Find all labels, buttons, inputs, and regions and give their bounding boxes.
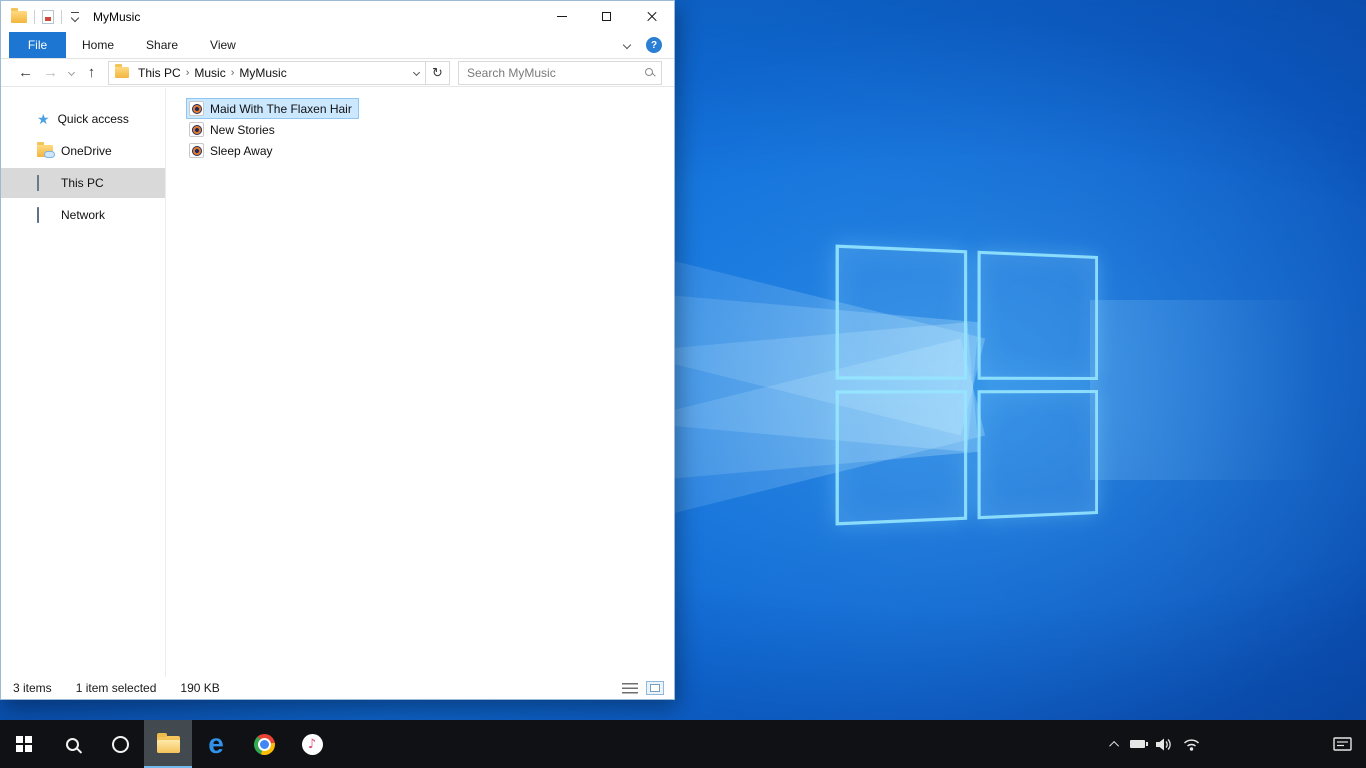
expand-ribbon-chevron-icon[interactable] [622,40,632,50]
search-input[interactable] [459,61,661,84]
forward-button[interactable]: → [38,65,63,80]
sidebar-item-onedrive[interactable]: OneDrive [1,136,165,166]
itunes-icon [301,733,323,755]
window-controls [539,1,674,32]
close-button[interactable] [629,1,674,32]
title-bar[interactable]: MyMusic [1,1,674,32]
taskbar-itunes-button[interactable] [288,720,336,768]
breadcrumb-mymusic[interactable]: MyMusic [234,66,291,80]
file-explorer-window: MyMusic File Home Share View ? ← → ↑ Thi… [0,0,675,700]
action-center-icon [1332,736,1352,751]
recent-locations-chevron[interactable] [63,68,79,77]
tab-share[interactable]: Share [130,32,194,58]
address-folder-icon [115,64,129,78]
network-icon [37,207,53,223]
status-item-count: 3 items [13,681,52,695]
taskbar-edge-button[interactable] [192,720,240,768]
sidebar-item-label: Network [61,208,106,222]
battery-icon[interactable] [1130,740,1148,748]
file-item-selected[interactable]: Maid With The Flaxen Hair [186,98,359,119]
taskbar-chrome-button[interactable] [240,720,288,768]
file-explorer-icon [156,732,180,753]
file-name: Maid With The Flaxen Hair [210,101,352,116]
desktop: MyMusic File Home Share View ? ← → ↑ Thi… [0,0,1366,768]
separator [61,9,62,24]
maximize-button[interactable] [584,1,629,32]
wifi-icon[interactable] [1183,738,1200,751]
windows-start-icon [16,736,32,752]
navigation-pane: ★ Quick access OneDrive This PC Network [1,88,166,677]
tab-home[interactable]: Home [66,32,130,58]
tab-view[interactable]: View [194,32,252,58]
qat-customize-chevron-icon[interactable] [69,11,81,23]
quick-access-star-icon: ★ [37,111,50,127]
refresh-button[interactable]: ↻ [426,60,450,85]
file-list[interactable]: Maid With The Flaxen Hair New Stories Sl… [166,88,674,677]
back-button[interactable]: ← [13,65,38,80]
sidebar-item-label: This PC [61,176,104,190]
onedrive-icon [37,142,55,158]
search-box [458,60,662,85]
chrome-icon [253,733,275,755]
help-button[interactable]: ? [646,37,662,53]
minimize-button[interactable] [539,1,584,32]
address-dropdown-chevron-icon[interactable] [412,68,421,77]
search-icon [645,67,653,76]
up-button[interactable]: ↑ [79,65,104,80]
sidebar-item-this-pc[interactable]: This PC [1,168,165,198]
quick-access-toolbar [11,7,81,24]
sidebar-item-label: OneDrive [61,144,112,158]
breadcrumb-this-pc[interactable]: This PC [133,66,186,80]
file-name: New Stories [210,122,275,137]
details-view-button[interactable] [622,682,638,694]
status-size: 190 KB [180,681,220,695]
tab-file[interactable]: File [9,32,66,58]
sidebar-item-quick-access[interactable]: ★ Quick access [1,104,165,134]
cortana-icon [111,735,129,753]
ribbon-tab-bar: File Home Share View ? [1,32,674,59]
start-button[interactable] [0,720,48,768]
file-name: Sleep Away [210,143,273,158]
close-icon [646,11,658,23]
address-bar[interactable]: This PC › Music › MyMusic [108,60,426,85]
status-selection: 1 item selected [75,681,157,695]
taskbar-search-button[interactable] [48,720,96,768]
volume-icon[interactable] [1156,738,1172,751]
edge-browser-icon [208,733,224,756]
taskbar-cortana-button[interactable] [96,720,144,768]
music-file-icon [189,143,204,158]
file-item[interactable]: New Stories [186,119,282,140]
navigation-toolbar: ← → ↑ This PC › Music › MyMusic ↻ [1,59,674,87]
search-icon [65,737,79,751]
music-file-icon [189,101,204,116]
system-tray [1109,720,1200,768]
breadcrumb-music[interactable]: Music [189,66,230,80]
qat-properties-icon[interactable] [42,9,54,24]
file-item[interactable]: Sleep Away [186,140,280,161]
show-hidden-icons-chevron-icon[interactable] [1109,740,1120,751]
window-title: MyMusic [93,9,141,24]
chevron-down-icon [67,68,75,77]
thumbnails-view-button[interactable] [646,681,664,695]
separator [34,9,35,24]
action-center-button[interactable] [1318,720,1366,768]
taskbar [0,720,1366,768]
status-bar: 3 items 1 item selected 190 KB [1,677,674,699]
sidebar-item-network[interactable]: Network [1,200,165,230]
taskbar-file-explorer-button[interactable] [144,720,192,768]
this-pc-monitor-icon [37,175,53,191]
sidebar-item-label: Quick access [57,112,129,126]
window-folder-icon [11,7,27,23]
music-file-icon [189,122,204,137]
minimize-icon [556,16,567,17]
maximize-icon [602,12,611,21]
